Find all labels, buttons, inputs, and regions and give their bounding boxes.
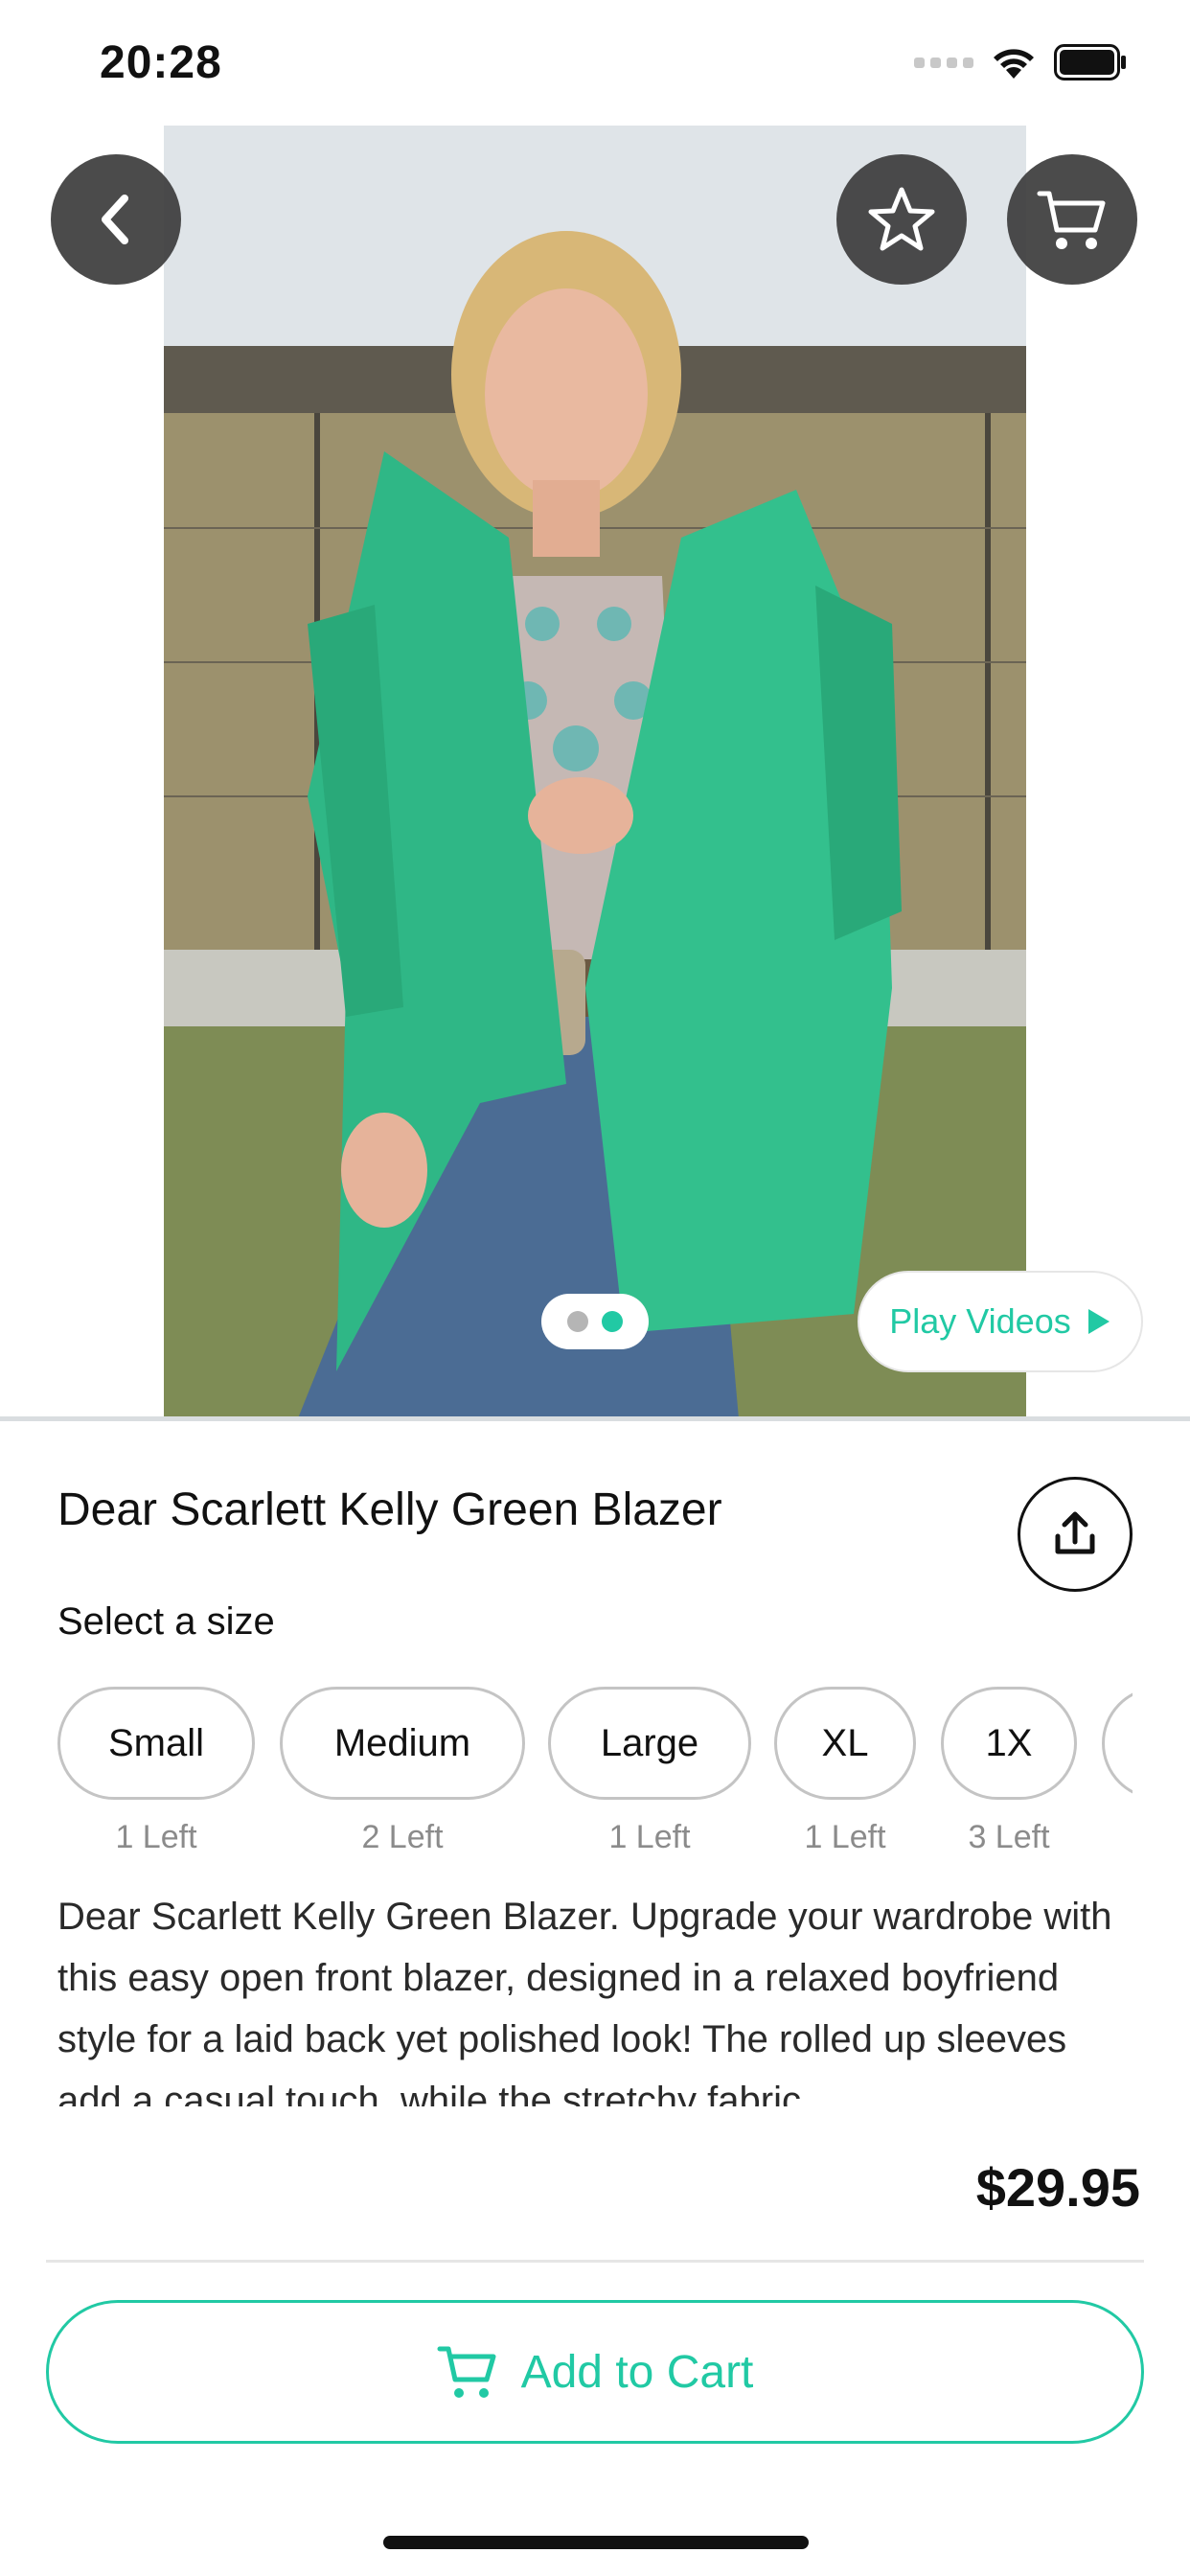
size-option-medium[interactable]: Medium 2 Left xyxy=(280,1687,525,1856)
play-videos-label: Play Videos xyxy=(889,1301,1071,1341)
select-size-label: Select a size xyxy=(57,1600,275,1643)
purchase-divider xyxy=(46,2260,1144,2263)
add-to-cart-button[interactable]: Add to Cart xyxy=(46,2300,1144,2444)
size-pill[interactable]: Large xyxy=(548,1687,751,1800)
cellular-signal-icon xyxy=(914,57,973,68)
favorite-button[interactable] xyxy=(836,154,967,285)
size-pill[interactable]: Medium xyxy=(280,1687,525,1800)
size-pill[interactable]: 1X xyxy=(941,1687,1077,1800)
size-pill-partial[interactable] xyxy=(1102,1687,1133,1800)
size-selector[interactable]: Small 1 Left Medium 2 Left Large 1 Left … xyxy=(57,1687,1133,1859)
wifi-icon xyxy=(991,44,1037,80)
size-stock: 1 Left xyxy=(115,1819,197,1855)
status-bar: 20:28 xyxy=(0,0,1190,125)
add-cart-icon xyxy=(437,2346,496,2398)
cart-icon xyxy=(1037,191,1106,249)
price: $29.95 xyxy=(975,2157,1140,2218)
battery-icon xyxy=(1054,44,1127,80)
share-icon xyxy=(1055,1511,1095,1554)
image-divider xyxy=(0,1416,1190,1421)
size-option-more[interactable] xyxy=(1102,1687,1133,1800)
size-stock: 1 Left xyxy=(608,1819,691,1855)
status-icons xyxy=(914,44,1127,80)
home-indicator[interactable] xyxy=(383,2536,809,2549)
size-stock: 2 Left xyxy=(361,1819,444,1855)
product-detail-screen: 20:28 Play Videos Dear Scarlett Kelly Gr… xyxy=(0,0,1190,2576)
back-chevron-icon xyxy=(102,195,128,244)
status-time: 20:28 xyxy=(100,37,222,88)
size-option-small[interactable]: Small 1 Left xyxy=(57,1687,255,1856)
play-icon xyxy=(1087,1309,1110,1334)
size-option-1x[interactable]: 1X 3 Left xyxy=(941,1687,1077,1856)
cart-button[interactable] xyxy=(1007,154,1137,285)
back-button[interactable] xyxy=(51,154,181,285)
product-title: Dear Scarlett Kelly Green Blazer xyxy=(57,1484,722,1535)
product-description: Dear Scarlett Kelly Green Blazer. Upgrad… xyxy=(57,1896,1112,2106)
size-option-large[interactable]: Large 1 Left xyxy=(548,1687,751,1856)
product-photo-illustration xyxy=(164,126,1026,1418)
page-dot-1[interactable] xyxy=(567,1311,588,1332)
size-pill[interactable]: Small xyxy=(57,1687,255,1800)
share-button[interactable] xyxy=(1018,1477,1133,1592)
page-dot-2[interactable] xyxy=(602,1311,623,1332)
product-image[interactable] xyxy=(164,126,1026,1418)
star-icon xyxy=(868,187,935,251)
size-option-xl[interactable]: XL 1 Left xyxy=(774,1687,916,1856)
purchase-bar: $29.95 Add to Cart xyxy=(0,2106,1190,2576)
add-to-cart-label: Add to Cart xyxy=(520,2346,754,2398)
size-stock: 3 Left xyxy=(968,1819,1050,1855)
image-page-indicator[interactable] xyxy=(541,1294,649,1349)
play-videos-button[interactable]: Play Videos xyxy=(858,1271,1143,1372)
size-pill[interactable]: XL xyxy=(774,1687,916,1800)
size-stock: 1 Left xyxy=(804,1819,886,1855)
